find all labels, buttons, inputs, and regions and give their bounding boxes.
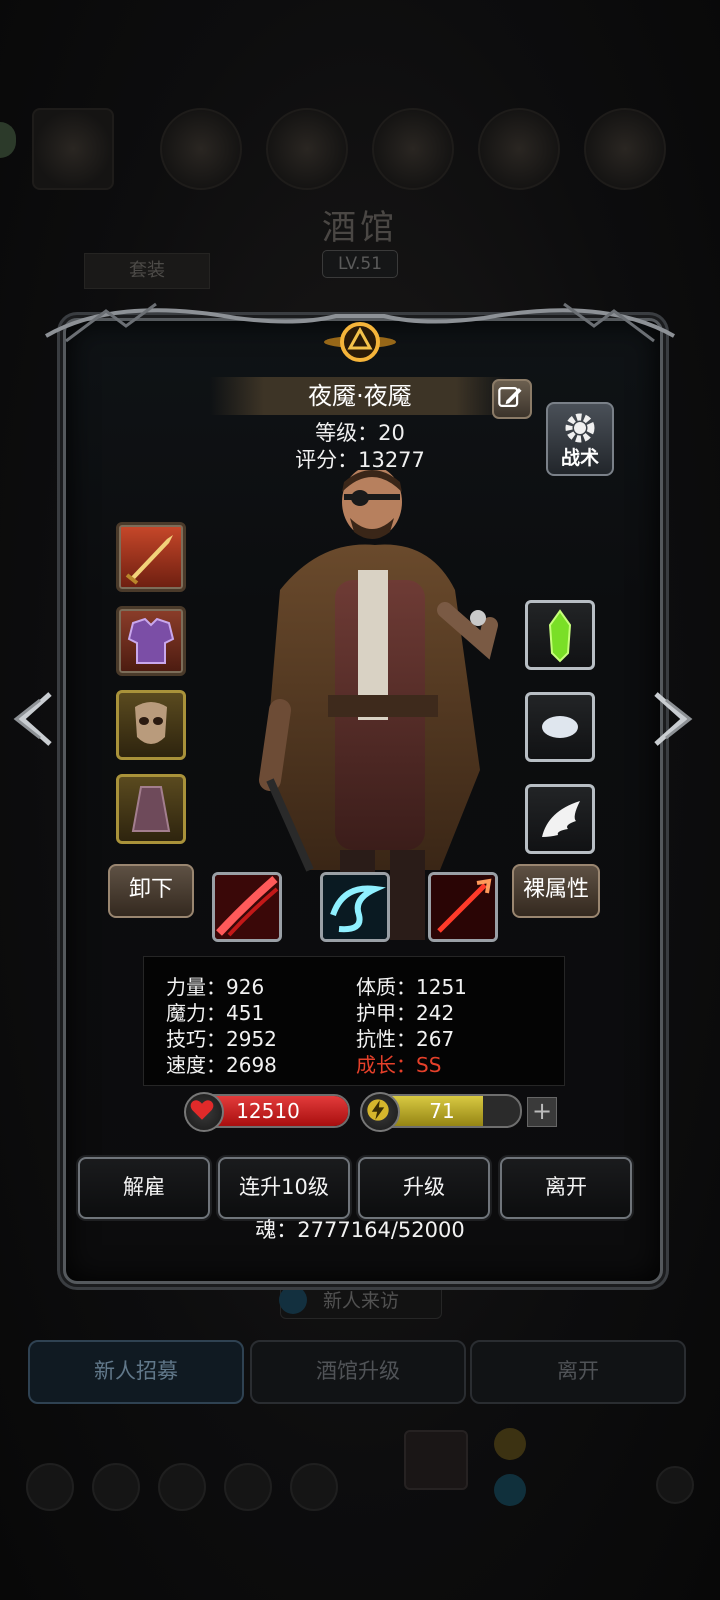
base-attributes-button[interactable]: 裸属性 [512,864,600,918]
tactics-button[interactable]: 战术 [546,402,614,476]
green-crystal-icon [548,609,572,663]
bg-bottom-icon-3 [158,1463,206,1511]
cyan-whirl-skill-icon [323,875,387,939]
unequip-button[interactable]: 卸下 [108,864,194,918]
bg-visitor-icon [279,1286,307,1314]
bg-gold-icon [494,1428,526,1460]
hero-emblem-icon [324,322,396,362]
wing-icon [542,801,580,837]
bg-bottom-icon-5 [290,1463,338,1511]
bg-gift-icon [404,1430,468,1490]
stat-skill: 技巧：2952 [166,1027,277,1051]
hero-name: 夜魇·夜魇 [210,377,510,415]
level-up-10-button[interactable]: 连升10级 [218,1157,350,1219]
armor-icon [127,617,175,664]
stat-speed: 速度：2698 [166,1053,277,1077]
rename-button[interactable] [492,379,532,419]
lightning-icon [367,1099,389,1121]
leave-button[interactable]: 离开 [500,1157,632,1219]
soul-counter: 魂：2777164/52000 [255,1218,465,1242]
white-stone-icon [542,716,578,738]
stat-resistance: 抗性：267 [356,1027,455,1051]
equip-slot-helmet[interactable] [116,690,186,760]
bg-new-visitor: 新人来访 [279,1283,442,1319]
stat-constitution: 体质：1251 [356,975,467,999]
bg-avatar-icon [32,108,114,190]
red-spear-skill-icon [431,875,495,939]
stats-panel: 力量：926 魔力：451 技巧：2952 速度：2698 体质：1251 护甲… [143,956,565,1086]
bg-menu-icon-2 [266,108,348,190]
bg-bottom-icon-2 [92,1463,140,1511]
equip-slot-armor[interactable] [116,606,186,676]
bg-gem-icon [494,1474,526,1506]
bg-menu-icon-1 [160,108,242,190]
stat-growth: 成长：SS [356,1053,442,1077]
bg-menu-icon-3 [372,108,454,190]
edit-pencil-icon [498,387,522,407]
skill-slot-2[interactable] [320,872,390,942]
bg-bottom-icon-4 [224,1463,272,1511]
equip-slot-accessory-2[interactable] [525,692,595,762]
skill-slot-1[interactable] [212,872,282,942]
bg-settings-icon [656,1466,694,1504]
lightning-icon-wrap [360,1092,400,1132]
stat-magic: 魔力：451 [166,1001,265,1025]
mask-icon [135,702,167,744]
heart-icon [190,1100,214,1120]
cloak-icon [131,786,171,832]
equip-slot-weapon[interactable] [116,522,186,592]
skill-slot-3[interactable] [428,872,498,942]
bg-tavern-level: LV.51 [322,250,398,278]
bg-visitor-label: 新人来访 [322,1290,399,1312]
dismiss-button[interactable]: 解雇 [78,1157,210,1219]
gear-icon [565,413,595,443]
bg-menu-icon-4 [478,108,560,190]
bg-recruit-button: 新人招募 [28,1340,244,1404]
bg-suit-tab: 套装 [84,253,210,289]
previous-hero-arrow-icon[interactable] [10,684,60,754]
bg-upgrade-tavern-button: 酒馆升级 [250,1340,466,1404]
next-hero-arrow-icon[interactable] [646,684,696,754]
tactics-label: 战术 [560,447,599,469]
stat-armor: 护甲：242 [356,1001,455,1025]
bg-menu-icon-5 [584,108,666,190]
stat-strength: 力量：926 [166,975,265,999]
bg-leave-button: 离开 [470,1340,686,1404]
equip-slot-accessory-3[interactable] [525,784,595,854]
sword-icon [125,535,173,585]
red-slash-skill-icon [215,875,279,939]
add-energy-button[interactable]: + [527,1097,557,1127]
bg-bottom-icon-1 [26,1463,74,1511]
bg-tavern-title: 酒馆 [322,208,398,248]
equip-slot-accessory-1[interactable] [525,600,595,670]
equip-slot-cloak[interactable] [116,774,186,844]
upgrade-button[interactable]: 升级 [358,1157,490,1219]
heart-icon-wrap [184,1092,224,1132]
